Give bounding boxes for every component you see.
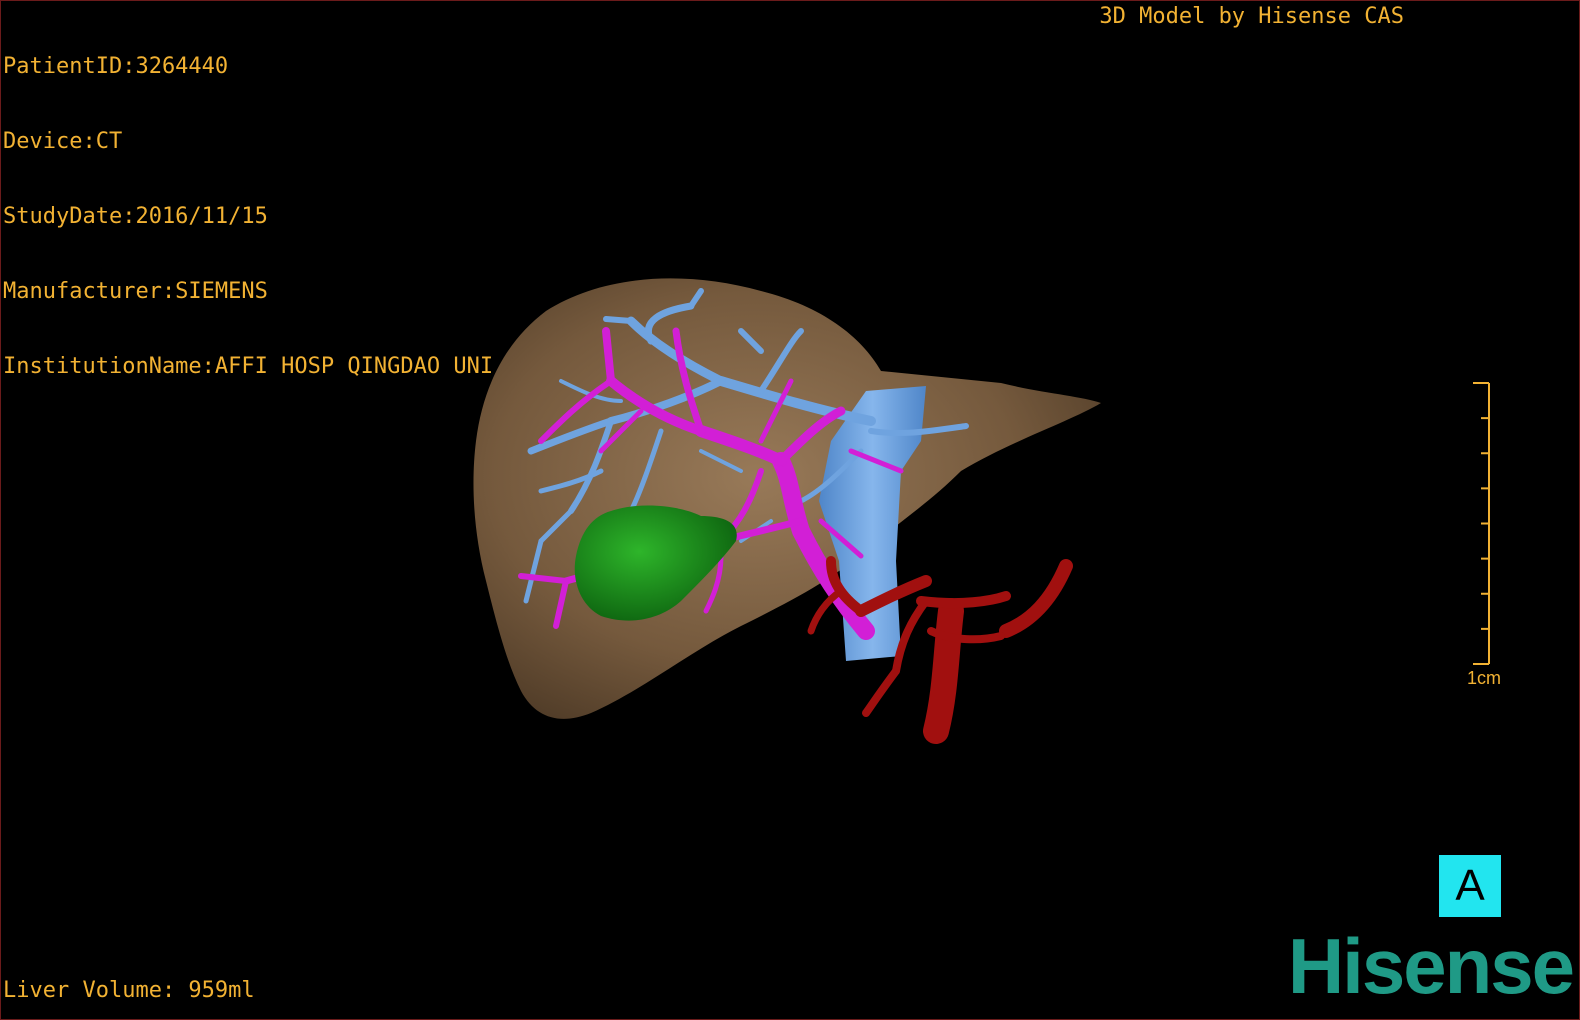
scale-bar bbox=[1473, 382, 1490, 665]
3d-viewport[interactable]: PatientID:3264440 Device:CT StudyDate:20… bbox=[0, 0, 1580, 1020]
scale-bar-label: 1cm bbox=[1466, 668, 1501, 688]
model-attribution: 3D Model by Hisense CAS bbox=[1099, 4, 1404, 29]
hisense-logo-text: Hisense bbox=[1287, 922, 1575, 1010]
hisense-logo: Hisense bbox=[1288, 927, 1575, 1005]
patient-id-text: PatientID:3264440 bbox=[3, 54, 229, 79]
orientation-marker: A bbox=[1439, 855, 1501, 917]
liver-volume-text: Liver Volume: 959ml bbox=[3, 978, 255, 1003]
manufacturer-text: Manufacturer:SIEMENS bbox=[3, 279, 268, 304]
dicom-info-panel: PatientID:3264440 Device:CT StudyDate:20… bbox=[3, 4, 493, 429]
device-text: Device:CT bbox=[3, 129, 123, 154]
study-date-text: StudyDate:2016/11/15 bbox=[3, 204, 268, 229]
institution-text: InstitutionName:AFFI HOSP QINGDAO UNI bbox=[3, 354, 494, 379]
